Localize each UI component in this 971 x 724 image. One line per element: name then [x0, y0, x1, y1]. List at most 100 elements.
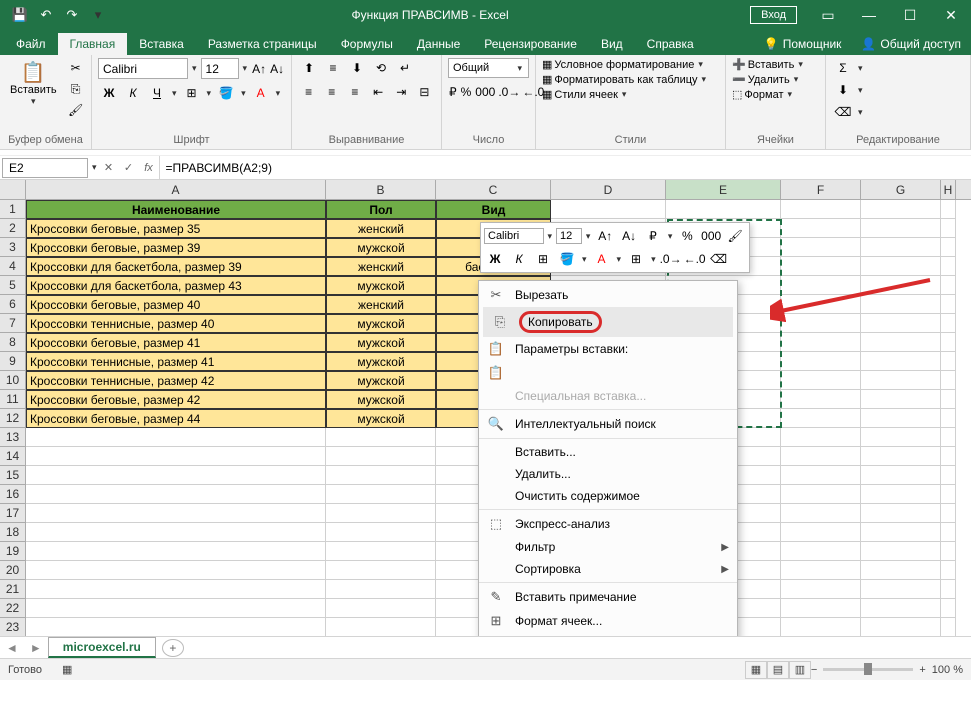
row-header[interactable]: 4	[0, 257, 26, 276]
zoom-in-icon[interactable]: +	[919, 664, 925, 676]
cell[interactable]	[861, 390, 941, 409]
row-header[interactable]: 15	[0, 466, 26, 485]
row-header[interactable]: 11	[0, 390, 26, 409]
view-page-layout-icon[interactable]: ▤	[767, 661, 789, 679]
increase-decimal-icon[interactable]: .0→	[498, 82, 520, 102]
column-header[interactable]: B	[326, 180, 436, 199]
cell[interactable]	[941, 485, 956, 504]
row-header[interactable]: 7	[0, 314, 26, 333]
context-menu-item[interactable]: ⊞Формат ячеек...	[479, 609, 737, 633]
cell[interactable]: женский	[326, 257, 436, 276]
border-icon[interactable]: ⊞	[532, 249, 554, 269]
font-name-selector[interactable]	[98, 58, 188, 79]
cell[interactable]: Кроссовки теннисные, размер 42	[26, 371, 326, 390]
context-menu-item[interactable]: 📋Параметры вставки:	[479, 337, 737, 361]
zoom-slider[interactable]	[823, 668, 913, 671]
font-color-icon[interactable]: A	[591, 249, 613, 269]
context-menu-item[interactable]: Фильтр▶	[479, 536, 737, 558]
chevron-down-icon[interactable]: ▾	[90, 162, 99, 173]
cell[interactable]	[861, 466, 941, 485]
tab-help[interactable]: Справка	[635, 33, 706, 55]
select-all-corner[interactable]	[0, 180, 26, 199]
cell[interactable]	[941, 314, 956, 333]
chevron-down-icon[interactable]: ▾	[241, 63, 250, 74]
cell[interactable]	[781, 504, 861, 523]
cell[interactable]	[861, 485, 941, 504]
border-icon[interactable]: ⊞	[625, 249, 647, 269]
cell[interactable]	[861, 295, 941, 314]
cell[interactable]: Кроссовки беговые, размер 42	[26, 390, 326, 409]
row-header[interactable]: 5	[0, 276, 26, 295]
column-header[interactable]: G	[861, 180, 941, 199]
copy-icon[interactable]: ⎘	[65, 79, 87, 99]
tab-view[interactable]: Вид	[589, 33, 635, 55]
cell[interactable]: Кроссовки беговые, размер 44	[26, 409, 326, 428]
align-bottom-icon[interactable]: ⬇	[346, 58, 368, 78]
row-header[interactable]: 2	[0, 219, 26, 238]
cell[interactable]	[26, 485, 326, 504]
cell[interactable]	[781, 219, 861, 238]
close-icon[interactable]: ✕	[931, 0, 971, 30]
cell[interactable]	[861, 580, 941, 599]
name-box[interactable]	[2, 158, 88, 178]
tab-file[interactable]: Файл	[4, 33, 58, 55]
cell[interactable]	[26, 466, 326, 485]
cell[interactable]	[26, 542, 326, 561]
cell[interactable]	[941, 333, 956, 352]
comma-icon[interactable]: 000	[700, 226, 722, 246]
row-header[interactable]: 21	[0, 580, 26, 599]
tab-review[interactable]: Рецензирование	[472, 33, 589, 55]
cell[interactable]: мужской	[326, 409, 436, 428]
cell[interactable]	[26, 447, 326, 466]
cell[interactable]	[861, 618, 941, 636]
context-menu-item[interactable]: Вставить...	[479, 441, 737, 463]
format-cells-button[interactable]: ⬚Формат▾	[732, 88, 819, 101]
cell[interactable]	[941, 428, 956, 447]
row-header[interactable]: 6	[0, 295, 26, 314]
cell[interactable]	[861, 276, 941, 295]
cell[interactable]	[941, 371, 956, 390]
cell[interactable]	[861, 428, 941, 447]
cell[interactable]: мужской	[326, 238, 436, 257]
cell[interactable]	[941, 238, 956, 257]
wrap-text-icon[interactable]: ↵	[394, 58, 416, 78]
tab-home[interactable]: Главная	[58, 33, 128, 55]
align-left-icon[interactable]: ≡	[298, 82, 319, 102]
format-painter-icon[interactable]: 🖌	[724, 226, 746, 246]
insert-cells-button[interactable]: ➕Вставить▾	[732, 58, 819, 71]
cell[interactable]	[861, 523, 941, 542]
cell[interactable]	[781, 390, 861, 409]
cell[interactable]	[781, 599, 861, 618]
row-header[interactable]: 14	[0, 447, 26, 466]
fill-icon[interactable]: ⬇	[832, 80, 854, 100]
spreadsheet-grid[interactable]: A B C D E F G H 1НаименованиеПолВид2Крос…	[0, 180, 971, 636]
cut-icon[interactable]: ✂	[65, 58, 87, 78]
decrease-decimal-icon[interactable]: ←.0	[684, 249, 706, 269]
chevron-down-icon[interactable]: ▾	[274, 88, 283, 99]
cell[interactable]	[326, 428, 436, 447]
share-button[interactable]: 👤Общий доступ	[851, 33, 971, 55]
currency-icon[interactable]: ₽	[642, 226, 664, 246]
undo-icon[interactable]: ↶	[34, 3, 58, 27]
cell[interactable]	[26, 504, 326, 523]
tab-insert[interactable]: Вставка	[127, 33, 196, 55]
bold-icon[interactable]: Ж	[98, 83, 120, 103]
cell[interactable]	[941, 447, 956, 466]
context-menu-item[interactable]: Выбрать из раскрывающегося списка...	[479, 633, 737, 636]
cell[interactable]	[781, 523, 861, 542]
tab-data[interactable]: Данные	[405, 33, 472, 55]
save-icon[interactable]: 💾	[8, 3, 32, 27]
tab-pagelayout[interactable]: Разметка страницы	[196, 33, 329, 55]
currency-icon[interactable]: ₽	[448, 82, 458, 102]
clear-icon[interactable]: ⌫	[832, 102, 854, 122]
cell[interactable]	[861, 333, 941, 352]
row-header[interactable]: 22	[0, 599, 26, 618]
cell[interactable]	[861, 352, 941, 371]
cell[interactable]	[941, 409, 956, 428]
cell[interactable]: мужской	[326, 333, 436, 352]
increase-font-icon[interactable]: A↑	[594, 226, 616, 246]
cell[interactable]	[861, 599, 941, 618]
cell[interactable]: Кроссовки беговые, размер 40	[26, 295, 326, 314]
cell[interactable]	[326, 542, 436, 561]
increase-indent-icon[interactable]: ⇥	[391, 82, 412, 102]
